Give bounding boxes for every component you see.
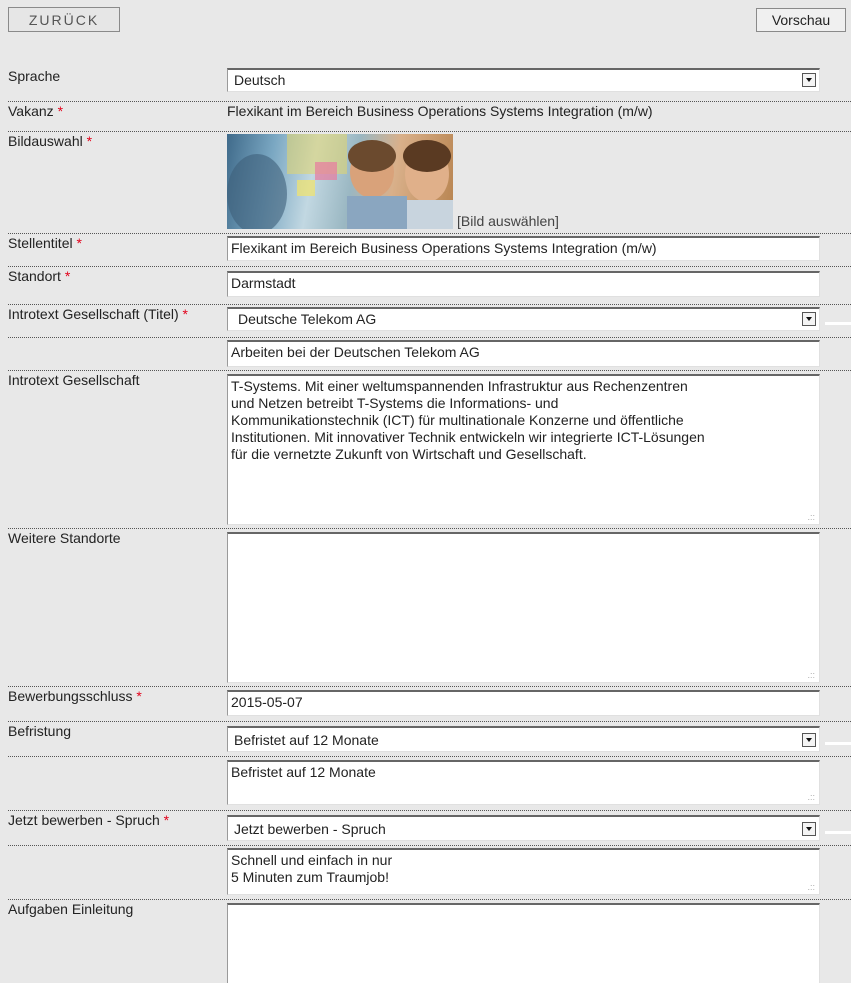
back-button[interactable]: ZURÜCK — [8, 7, 120, 32]
resize-grip-icon[interactable]: .:: — [807, 513, 815, 522]
preview-button[interactable]: Vorschau — [756, 8, 846, 32]
befristung-select[interactable]: Befristet auf 12 Monate — [227, 726, 820, 752]
aufgaben-label: Aufgaben Einleitung — [8, 901, 134, 917]
sprache-select[interactable]: Deutsch — [227, 68, 820, 92]
stellentitel-label: Stellentitel * — [8, 235, 82, 251]
introtext-label: Introtext Gesellschaft — [8, 372, 140, 388]
vakanz-label: Vakanz * — [8, 103, 64, 119]
resize-grip-icon[interactable]: .:: — [807, 793, 815, 802]
resize-grip-icon[interactable]: .:: — [807, 883, 815, 892]
standort-input[interactable]: Darmstadt — [227, 271, 820, 297]
required-marker: * — [136, 688, 142, 704]
required-marker: * — [182, 306, 188, 322]
spruch-line: Schnell und einfach in nur — [231, 852, 393, 868]
introtext-titel-text-input[interactable]: Arbeiten bei der Deutschen Telekom AG — [227, 340, 820, 367]
required-marker: * — [57, 103, 64, 119]
spruch-select-value: Jetzt bewerben - Spruch — [234, 821, 386, 837]
required-marker: * — [64, 268, 71, 284]
people-photo-icon — [227, 134, 453, 229]
chevron-down-icon[interactable] — [802, 312, 816, 326]
stellentitel-input[interactable]: Flexikant im Bereich Business Operations… — [227, 236, 820, 261]
vakanz-value: Flexikant im Bereich Business Operations… — [227, 103, 653, 119]
bewerbungsschluss-input[interactable]: 2015-05-07 — [227, 690, 820, 716]
resize-grip-icon[interactable]: .:: — [807, 671, 815, 680]
select-image-link[interactable]: [Bild auswählen] — [457, 213, 559, 229]
divider — [825, 322, 851, 325]
required-marker: * — [76, 235, 82, 251]
sprache-value: Deutsch — [234, 72, 286, 88]
introtext-titel-label: Introtext Gesellschaft (Titel) * — [8, 306, 188, 322]
spruch-textarea[interactable]: Schnell und einfach in nur 5 Minuten zum… — [227, 848, 820, 895]
befristung-textarea[interactable]: Befristet auf 12 Monate .:: — [227, 760, 820, 805]
bildauswahl-label: Bildauswahl * — [8, 133, 93, 149]
spruch-line: 5 Minuten zum Traumjob! — [231, 869, 389, 885]
bewerbungsschluss-label: Bewerbungsschluss * — [8, 688, 142, 704]
standort-label: Standort * — [8, 268, 71, 284]
befristung-text-value: Befristet auf 12 Monate — [231, 764, 376, 780]
spruch-label: Jetzt bewerben - Spruch * — [8, 812, 170, 828]
introtext-titel-select-value: Deutsche Telekom AG — [238, 311, 377, 327]
weitere-standorte-textarea[interactable]: .:: — [227, 532, 820, 683]
divider — [825, 742, 851, 745]
weitere-standorte-label: Weitere Standorte — [8, 530, 121, 546]
introtext-textarea[interactable]: T-Systems. Mit einer weltumspannenden In… — [227, 374, 820, 525]
sprache-label: Sprache — [8, 68, 61, 84]
spruch-select[interactable]: Jetzt bewerben - Spruch — [227, 815, 820, 841]
chevron-down-icon[interactable] — [802, 73, 816, 87]
introtext-line: Institutionen. Mit innovativer Technik e… — [231, 429, 705, 445]
aufgaben-textarea[interactable] — [227, 903, 820, 983]
introtext-line: T-Systems. Mit einer weltumspannenden In… — [231, 378, 688, 394]
introtext-line: Kommunikationstechnik (ICT) für multinat… — [231, 412, 684, 428]
introtext-line: für die vernetzte Zukunft von Wirtschaft… — [231, 446, 587, 462]
befristung-label: Befristung — [8, 723, 72, 739]
required-marker: * — [86, 133, 93, 149]
befristung-select-value: Befristet auf 12 Monate — [234, 732, 379, 748]
introtext-titel-select[interactable]: Deutsche Telekom AG — [227, 307, 820, 331]
chevron-down-icon[interactable] — [802, 733, 816, 747]
job-image-thumbnail — [227, 134, 453, 229]
divider — [825, 831, 851, 834]
required-marker: * — [163, 812, 170, 828]
introtext-line: und Netzen betreibt T-Systems die Inform… — [231, 395, 559, 411]
chevron-down-icon[interactable] — [802, 822, 816, 836]
